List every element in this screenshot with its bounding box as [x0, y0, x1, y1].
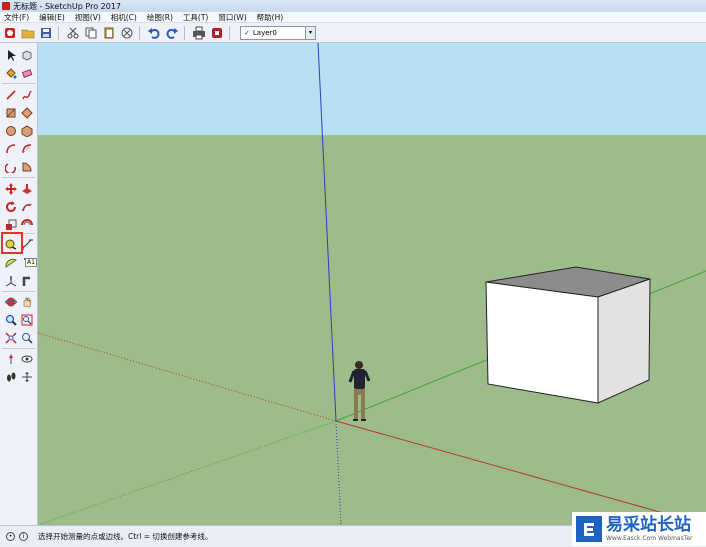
menu-file[interactable]: 文件(F)	[0, 12, 35, 22]
protractor-icon[interactable]	[4, 256, 18, 270]
watermark-logo-icon	[576, 516, 602, 542]
toolbar-separator	[139, 25, 140, 40]
rectangle-tool-icon[interactable]	[4, 106, 18, 120]
position-camera-icon[interactable]	[4, 352, 18, 366]
redo-icon[interactable]	[164, 25, 180, 41]
section-plane-icon[interactable]	[20, 370, 34, 384]
paint-bucket-icon[interactable]	[4, 66, 18, 80]
select-arrow-icon[interactable]	[4, 48, 18, 62]
toolbar-separator	[2, 177, 35, 178]
tool-highlight-box	[1, 232, 23, 254]
toolbar-separator	[229, 25, 230, 40]
sketchup-app-icon	[2, 2, 10, 10]
menu-help[interactable]: 帮助(H)	[253, 12, 290, 22]
watermark-badge: 易采站长站 Www.Easck.Com WebmasTer	[572, 512, 706, 546]
drawing-viewport[interactable]	[38, 43, 706, 525]
chevron-down-icon[interactable]: ▾	[305, 26, 315, 39]
geo-location-icon[interactable]: •	[6, 532, 15, 541]
zoom-tool-icon[interactable]	[4, 313, 18, 327]
previous-view-icon[interactable]	[20, 331, 34, 345]
zoom-window-icon[interactable]	[20, 313, 34, 327]
window-title: 无标题 - SketchUp Pro 2017	[13, 1, 121, 11]
make-component-icon[interactable]	[20, 48, 34, 62]
line-tool-icon[interactable]	[4, 88, 18, 102]
layer-check-icon: ✓	[244, 28, 250, 37]
axes-tool-icon[interactable]	[4, 274, 18, 288]
two-point-arc-icon[interactable]	[20, 142, 34, 156]
walk-tool-icon[interactable]	[4, 370, 18, 384]
layer-value: Layer0	[252, 28, 277, 37]
tool-tooltip: A1	[25, 258, 37, 267]
zoom-extents-icon[interactable]	[4, 331, 18, 345]
menu-window[interactable]: 窗口(W)	[214, 12, 252, 22]
polygon-tool-icon[interactable]	[20, 124, 34, 138]
model-info-icon[interactable]	[209, 25, 225, 41]
paste-icon[interactable]	[101, 25, 117, 41]
layer-select[interactable]: ✓ Layer0 ▾	[240, 25, 316, 40]
status-message: 选择开始测量的点或边线。Ctrl = 切换创建参考线。	[38, 532, 213, 541]
toolbar-separator	[58, 25, 59, 40]
watermark-text-group: 易采站长站 Www.Easck.Com WebmasTer	[606, 515, 693, 543]
save-icon[interactable]	[38, 25, 54, 41]
orbit-tool-icon[interactable]	[4, 295, 18, 309]
open-icon[interactable]	[20, 25, 36, 41]
watermark-text: 易采站长站	[606, 515, 691, 535]
copy-icon[interactable]	[83, 25, 99, 41]
pan-tool-icon[interactable]	[20, 295, 34, 309]
box-front-face	[485, 281, 599, 404]
scale-tool-icon[interactable]	[4, 218, 18, 232]
new-model-icon[interactable]	[2, 25, 18, 41]
info-icon[interactable]: i	[19, 532, 28, 541]
main-toolbar: ✓ Layer0 ▾	[0, 23, 706, 43]
print-icon[interactable]	[191, 25, 207, 41]
menu-view[interactable]: 视图(V)	[71, 12, 107, 22]
move-tool-icon[interactable]	[4, 182, 18, 196]
freehand-icon[interactable]	[20, 88, 34, 102]
cut-icon[interactable]	[65, 25, 81, 41]
arc-tool-icon[interactable]	[4, 142, 18, 156]
menu-camera[interactable]: 相机(C)	[107, 12, 143, 22]
menu-draw[interactable]: 绘图(R)	[143, 12, 179, 22]
sky-background	[38, 43, 706, 135]
pie-tool-icon[interactable]	[20, 160, 34, 174]
rotated-rectangle-icon[interactable]	[20, 106, 34, 120]
toolbar-separator	[2, 83, 35, 84]
title-bar: 无标题 - SketchUp Pro 2017	[0, 0, 706, 12]
follow-me-icon[interactable]	[20, 200, 34, 214]
3d-text-icon[interactable]	[20, 274, 34, 288]
toolbar-separator	[2, 291, 35, 292]
three-point-arc-icon[interactable]	[4, 160, 18, 174]
left-toolbar: A1	[0, 43, 38, 525]
circle-tool-icon[interactable]	[4, 124, 18, 138]
menu-bar: 文件(F) 编辑(E) 视图(V) 相机(C) 绘图(R) 工具(T) 窗口(W…	[0, 12, 706, 23]
toolbar-separator	[184, 25, 185, 40]
push-pull-icon[interactable]	[20, 182, 34, 196]
look-around-icon[interactable]	[20, 352, 34, 366]
eraser-icon[interactable]	[20, 66, 34, 80]
menu-edit[interactable]: 编辑(E)	[35, 12, 71, 22]
erase-icon[interactable]	[119, 25, 135, 41]
undo-icon[interactable]	[146, 25, 162, 41]
offset-tool-icon[interactable]	[20, 218, 34, 232]
watermark-url: Www.Easck.Com WebmasTer	[606, 535, 693, 542]
menu-tools[interactable]: 工具(T)	[179, 12, 214, 22]
toolbar-separator	[2, 348, 35, 349]
rotate-tool-icon[interactable]	[4, 200, 18, 214]
